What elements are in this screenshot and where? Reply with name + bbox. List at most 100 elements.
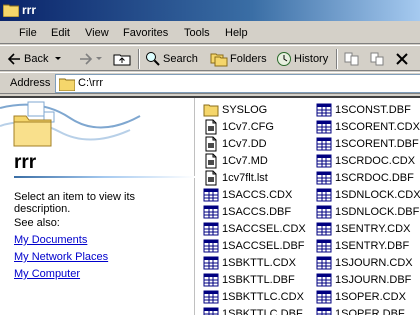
file-item[interactable]: 1SBKTTL.DBF <box>203 272 295 288</box>
database-file-icon <box>203 290 219 304</box>
file-name: 1SOPER.CDX <box>335 291 406 303</box>
copy-to-icon <box>370 52 384 66</box>
up-folder-icon <box>113 54 131 66</box>
link-my-documents[interactable]: My Documents <box>14 234 87 246</box>
file-item[interactable]: 1Cv7.DD <box>203 136 267 152</box>
search-button[interactable]: Search <box>145 49 198 69</box>
file-name: 1Cv7.CFG <box>222 121 274 133</box>
menu-file[interactable]: File <box>19 27 37 39</box>
file-item[interactable]: 1SDNLOCK.CDX <box>316 187 420 203</box>
database-file-icon <box>316 239 332 253</box>
file-name: 1SACCSEL.DBF <box>222 240 305 252</box>
file-item[interactable]: SYSLOG <box>203 102 267 118</box>
window-title: rrr <box>22 3 37 17</box>
folder-icon <box>59 78 75 91</box>
document-icon <box>205 119 217 135</box>
back-label: Back <box>24 53 49 65</box>
file-name: 1SCRDOC.CDX <box>335 155 416 167</box>
up-folder-button[interactable] <box>113 49 131 69</box>
file-name: 1cv7flt.lst <box>222 172 268 184</box>
document-icon <box>205 153 217 169</box>
file-item[interactable]: 1SCONST.DBF <box>316 102 411 118</box>
database-file-icon <box>316 154 332 168</box>
delete-icon <box>396 53 408 65</box>
history-icon <box>277 52 291 66</box>
file-item[interactable]: 1SACCS.CDX <box>203 187 292 203</box>
title-bar[interactable]: rrr <box>0 0 420 21</box>
address-input[interactable]: C:\rrr <box>55 74 420 93</box>
delete-button[interactable] <box>394 49 410 69</box>
file-item[interactable]: 1SACCS.DBF <box>203 204 291 220</box>
file-name: 1SBKTTL.CDX <box>222 257 296 269</box>
file-item[interactable]: 1cv7flt.lst <box>203 170 268 186</box>
menu-view[interactable]: View <box>85 27 109 39</box>
file-item[interactable]: 1SACCSEL.CDX <box>203 221 306 237</box>
folder-icon <box>3 4 19 17</box>
file-name: 1SACCSEL.CDX <box>222 223 306 235</box>
standard-toolbar: Back Search Folders History <box>0 45 420 71</box>
file-name: 1SACCS.CDX <box>222 189 293 201</box>
back-button[interactable]: Back <box>6 49 64 69</box>
database-file-icon <box>203 273 219 287</box>
file-name: 1SOPER.DBF <box>335 308 405 315</box>
file-item[interactable]: 1SDNLOCK.DBF <box>316 204 419 220</box>
database-file-icon <box>203 256 219 270</box>
database-file-icon <box>316 120 332 134</box>
search-label: Search <box>163 53 198 65</box>
database-file-icon <box>203 239 219 253</box>
file-name: 1SDNLOCK.CDX <box>335 189 420 201</box>
file-name: 1SENTRY.CDX <box>335 223 411 235</box>
move-to-icon <box>344 52 359 66</box>
file-name: 1SJOURN.CDX <box>335 257 413 269</box>
document-icon <box>205 170 217 186</box>
file-item[interactable]: 1SCRDOC.DBF <box>316 170 414 186</box>
file-name: 1SBKTTLC.CDX <box>222 291 304 303</box>
file-name: 1SCRDOC.DBF <box>335 172 414 184</box>
search-icon <box>146 52 160 66</box>
file-item[interactable]: 1SBKTTLC.DBF <box>203 306 303 315</box>
history-label: History <box>294 53 329 65</box>
database-file-icon <box>203 222 219 236</box>
file-item[interactable]: 1SOPER.CDX <box>316 289 406 305</box>
file-item[interactable]: 1SENTRY.DBF <box>316 238 409 254</box>
file-name: 1SBKTTL.DBF <box>222 274 295 286</box>
link-my-computer[interactable]: My Computer <box>14 268 80 280</box>
file-item[interactable]: 1Cv7.MD <box>203 153 268 169</box>
file-name: 1SDNLOCK.DBF <box>335 206 420 218</box>
forward-button[interactable] <box>78 49 104 69</box>
move-to-button[interactable] <box>343 49 361 69</box>
database-file-icon <box>316 307 332 315</box>
link-my-network-places[interactable]: My Network Places <box>14 251 108 263</box>
file-item[interactable]: 1SENTRY.CDX <box>316 221 410 237</box>
file-name: 1SACCS.DBF <box>222 206 292 218</box>
copy-to-button[interactable] <box>369 49 387 69</box>
file-item[interactable]: 1SJOURN.CDX <box>316 255 413 271</box>
database-file-icon <box>316 222 332 236</box>
file-item[interactable]: 1SJOURN.DBF <box>316 272 411 288</box>
file-item[interactable]: 1SBKTTLC.CDX <box>203 289 304 305</box>
menu-help[interactable]: Help <box>225 27 248 39</box>
file-item[interactable]: 1Cv7.CFG <box>203 119 274 135</box>
file-item[interactable]: 1SOPER.DBF <box>316 306 405 315</box>
folder-icon <box>203 104 219 117</box>
file-item[interactable]: 1SCORENT.DBF <box>316 136 419 152</box>
menu-favorites[interactable]: Favorites <box>123 27 168 39</box>
file-item[interactable]: 1SCORENT.CDX <box>316 119 420 135</box>
file-item[interactable]: 1SACCSEL.DBF <box>203 238 305 254</box>
title-divider <box>14 176 195 178</box>
folders-button[interactable]: Folders <box>210 49 267 69</box>
document-icon <box>205 136 217 152</box>
menu-tools[interactable]: Tools <box>184 27 210 39</box>
database-file-icon <box>316 205 332 219</box>
menu-edit[interactable]: Edit <box>51 27 70 39</box>
file-name: 1SCONST.DBF <box>335 104 411 116</box>
history-button[interactable]: History <box>276 49 328 69</box>
file-name: 1SCORENT.CDX <box>335 121 420 133</box>
database-file-icon <box>316 290 332 304</box>
file-name: 1SJOURN.DBF <box>335 274 412 286</box>
item-description: Select an item to view its description. <box>14 191 136 215</box>
file-name: 1SBKTTLC.DBF <box>222 308 303 315</box>
file-item[interactable]: 1SCRDOC.CDX <box>316 153 415 169</box>
address-label: Address <box>10 77 51 89</box>
file-item[interactable]: 1SBKTTL.CDX <box>203 255 296 271</box>
